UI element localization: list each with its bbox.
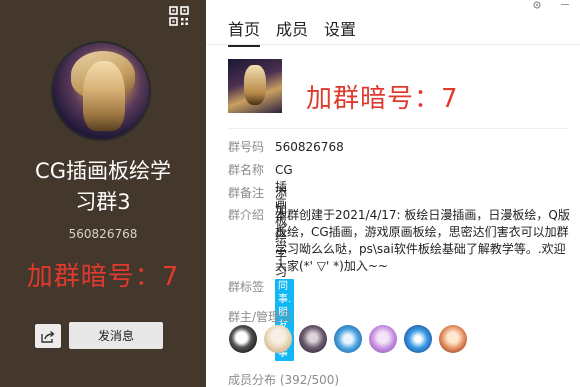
tab-members[interactable]: 成员 (276, 16, 308, 47)
minimize-icon[interactable] (561, 4, 569, 5)
group-id: 560826768 (68, 227, 138, 241)
tab-settings[interactable]: 设置 (324, 16, 356, 47)
admin-avatar[interactable] (299, 325, 327, 353)
info-label: 群备注 (228, 186, 265, 200)
tab-bar: 首页 成员 设置 (228, 16, 372, 47)
admin-avatar[interactable] (334, 325, 362, 353)
group-name-line1: CG插画板绘学 (35, 159, 171, 183)
admin-avatar[interactable] (229, 325, 257, 353)
admin-avatar[interactable] (439, 325, 467, 353)
qr-code-icon[interactable] (169, 6, 189, 26)
share-icon (41, 330, 55, 343)
member-distribution[interactable]: 成员分布 (392/500) (228, 371, 339, 387)
send-message-button[interactable]: 发消息 (69, 322, 163, 349)
share-button[interactable] (35, 324, 61, 348)
group-name-line2: 习群3 (75, 190, 131, 214)
group-number-value: 560826768 (275, 140, 344, 154)
admin-avatar[interactable] (404, 325, 432, 353)
secret-code-left: 加群暗号：7 (26, 262, 180, 292)
info-label: 群号码 (228, 140, 265, 154)
group-name: CG插画板绘学 习群3 (0, 156, 206, 218)
tab-home[interactable]: 首页 (228, 16, 261, 47)
divider (206, 44, 580, 45)
settings-icon[interactable] (531, 0, 543, 10)
admin-avatar[interactable] (369, 325, 397, 353)
admin-avatar[interactable] (264, 325, 292, 353)
group-avatar-small[interactable] (228, 59, 282, 113)
secret-code-right: 加群暗号：7 (306, 84, 459, 114)
info-label: 群标签 (228, 280, 265, 294)
info-label: 群介绍 (228, 208, 265, 222)
left-panel: CG插画板绘学 习群3 560826768 加群暗号：7 发消息 (0, 0, 206, 387)
info-label: 群名称 (228, 163, 265, 177)
group-avatar[interactable] (51, 41, 151, 141)
admin-avatar-list (229, 325, 474, 353)
group-intro-text: 本群创建于2021/4/17: 板绘日漫插画，日漫板绘，Q版板绘，CG插画，游戏… (275, 208, 570, 273)
divider (228, 128, 568, 129)
admins-label: 群主/管理员 (228, 310, 293, 324)
